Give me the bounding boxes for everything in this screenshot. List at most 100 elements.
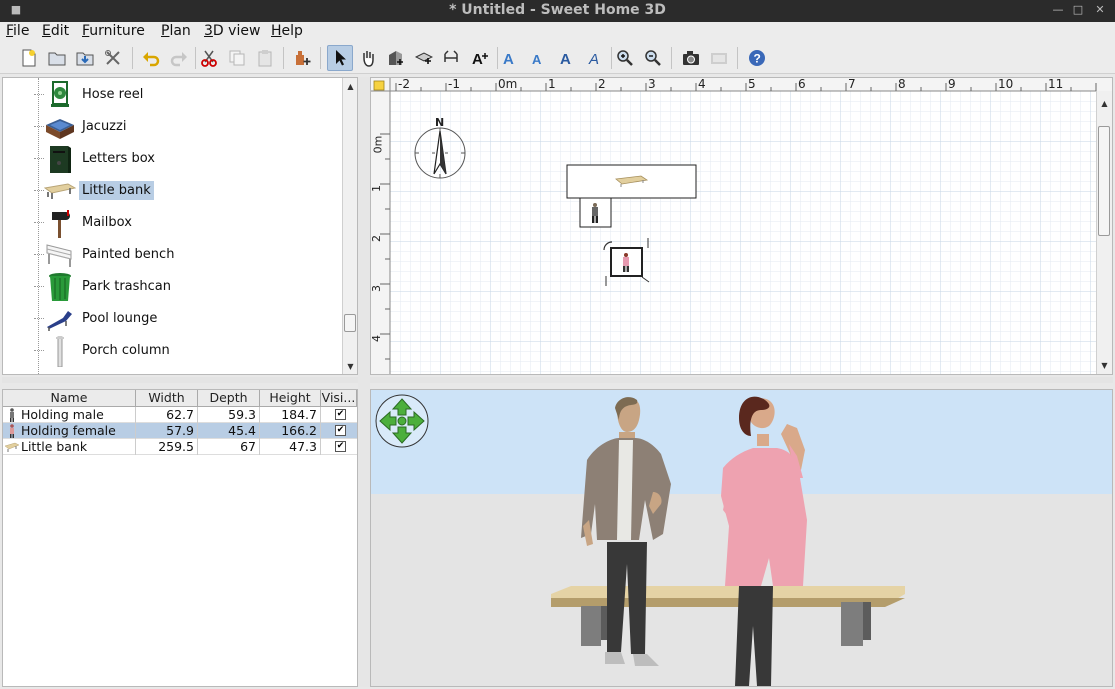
column-header-visible[interactable]: Visi...: [321, 390, 357, 407]
scroll-up-arrow[interactable]: ▲: [1098, 97, 1111, 110]
zoom-out-button[interactable]: [640, 45, 666, 71]
catalog-item-label: Painted bench: [82, 247, 175, 262]
save-button[interactable]: [72, 45, 98, 71]
table-row[interactable]: Holding male 62.7 59.3 184.7 ✔: [3, 407, 357, 423]
catalog-item-jacuzzi[interactable]: Jacuzzi: [3, 111, 341, 143]
catalog-item-label: Pool lounge: [82, 311, 158, 326]
create-rooms-button[interactable]: [411, 45, 437, 71]
catalog-item-label: Mailbox: [82, 215, 132, 230]
svg-text:?: ?: [754, 52, 761, 66]
column-icon: [56, 336, 64, 367]
toolbar: A A A A A ?: [0, 42, 1115, 74]
italic-text-button[interactable]: A: [582, 45, 608, 71]
left-split-divider[interactable]: [2, 377, 358, 383]
column-header-height[interactable]: Height: [260, 390, 321, 407]
3d-navigation-arrows[interactable]: [375, 394, 429, 448]
furniture-table: Name Width Depth Height Visi... Holding …: [2, 389, 358, 687]
person-icon: [10, 424, 14, 438]
scrollbar-thumb[interactable]: [1098, 126, 1110, 236]
painted-bench-icon: [46, 244, 72, 267]
hose-reel-icon: [51, 81, 69, 107]
paste-button[interactable]: [252, 45, 278, 71]
cell-height: 184.7: [260, 407, 321, 423]
new-home-button[interactable]: [16, 45, 42, 71]
pool-lounge-icon: [47, 311, 72, 331]
add-furniture-button[interactable]: [289, 45, 315, 71]
bench-icon: [44, 183, 76, 199]
cell-depth: 67: [198, 439, 260, 455]
catalog-scrollbar[interactable]: ▲ ▼: [342, 78, 357, 374]
visible-checkbox[interactable]: ✔: [335, 441, 346, 452]
open-button[interactable]: [44, 45, 70, 71]
vertical-split-divider[interactable]: [358, 77, 370, 687]
mailbox-icon: [52, 210, 70, 238]
copy-button[interactable]: [224, 45, 250, 71]
scroll-down-arrow[interactable]: ▼: [344, 360, 357, 373]
catalog-item-label: Hose reel: [82, 87, 144, 102]
redo-button[interactable]: [166, 45, 192, 71]
cell-height: 166.2: [260, 423, 321, 439]
menu-help[interactable]: Help: [271, 23, 303, 39]
cell-width: 57.9: [136, 423, 198, 439]
svg-text:A: A: [588, 51, 599, 67]
table-row[interactable]: Little bank 259.5 67 47.3 ✔: [3, 439, 357, 455]
menu-3d-view[interactable]: 3D view: [204, 23, 260, 39]
visible-checkbox[interactable]: ✔: [335, 409, 346, 420]
menu-bar: File Edit Furniture Plan 3D view Help: [0, 22, 1115, 42]
compass-north-label: N: [435, 116, 445, 129]
plan-view[interactable]: -2 -1 0m 1 2 3 4 5 6 7 8 9 10 11 0m 1 2 …: [370, 77, 1113, 375]
menu-furniture[interactable]: Furniture: [82, 23, 145, 39]
add-text-button[interactable]: A: [467, 45, 493, 71]
help-button[interactable]: ?: [744, 45, 770, 71]
svg-text:A: A: [472, 51, 483, 67]
minimize-icon[interactable]: —: [1050, 2, 1066, 18]
decrease-text-size-button[interactable]: A: [526, 45, 552, 71]
menu-plan[interactable]: Plan: [161, 23, 191, 39]
catalog-item-porch-column[interactable]: Porch column: [3, 335, 341, 367]
catalog-item-painted-bench[interactable]: Painted bench: [3, 239, 341, 271]
table-row[interactable]: Holding female 57.9 45.4 166.2 ✔: [3, 423, 357, 439]
pan-mode-button[interactable]: [355, 45, 381, 71]
cell-name: Holding male: [21, 407, 136, 423]
scrollbar-thumb[interactable]: [344, 314, 356, 332]
create-dimensions-button[interactable]: [439, 45, 465, 71]
catalog-item-little-bank[interactable]: Little bank: [3, 175, 341, 207]
bold-text-button[interactable]: A: [554, 45, 580, 71]
scroll-down-arrow[interactable]: ▼: [1098, 359, 1111, 372]
column-header-depth[interactable]: Depth: [198, 390, 260, 407]
menu-file[interactable]: File: [6, 23, 29, 39]
column-header-name[interactable]: Name: [3, 390, 136, 407]
furniture-catalog: Hose reel Jacuzzi Letters box Little ban…: [2, 77, 358, 375]
scroll-up-arrow[interactable]: ▲: [344, 80, 357, 93]
plan-vertical-scrollbar[interactable]: ▲ ▼: [1096, 91, 1112, 374]
zoom-in-button[interactable]: [612, 45, 638, 71]
menu-edit[interactable]: Edit: [42, 23, 69, 39]
cell-name: Little bank: [21, 439, 136, 455]
catalog-item-hose-reel[interactable]: Hose reel: [3, 79, 341, 111]
visible-checkbox[interactable]: ✔: [335, 425, 346, 436]
catalog-item-pool-lounge[interactable]: Pool lounge: [3, 303, 341, 335]
preferences-button[interactable]: [100, 45, 126, 71]
increase-text-size-button[interactable]: A: [498, 45, 524, 71]
catalog-item-letters-box[interactable]: Letters box: [3, 143, 341, 175]
select-mode-button[interactable]: [327, 45, 353, 71]
svg-text:A: A: [532, 52, 542, 67]
create-photo-button[interactable]: [678, 45, 704, 71]
bench-icon: [5, 442, 19, 452]
jacuzzi-icon: [46, 119, 74, 139]
catalog-item-park-trashcan[interactable]: Park trashcan: [3, 271, 341, 303]
close-icon[interactable]: ✕: [1092, 2, 1108, 18]
catalog-item-label: Park trashcan: [82, 279, 172, 294]
catalog-item-mailbox[interactable]: Mailbox: [3, 207, 341, 239]
catalog-item-label: Porch column: [82, 343, 170, 358]
column-header-width[interactable]: Width: [136, 390, 198, 407]
trashcan-icon: [49, 273, 71, 301]
right-split-divider[interactable]: [370, 377, 1113, 383]
cut-button[interactable]: [196, 45, 222, 71]
create-video-button[interactable]: [706, 45, 732, 71]
undo-button[interactable]: [138, 45, 164, 71]
maximize-icon[interactable]: □: [1070, 2, 1086, 18]
3d-view[interactable]: [370, 389, 1113, 687]
create-walls-button[interactable]: [383, 45, 409, 71]
cell-width: 259.5: [136, 439, 198, 455]
